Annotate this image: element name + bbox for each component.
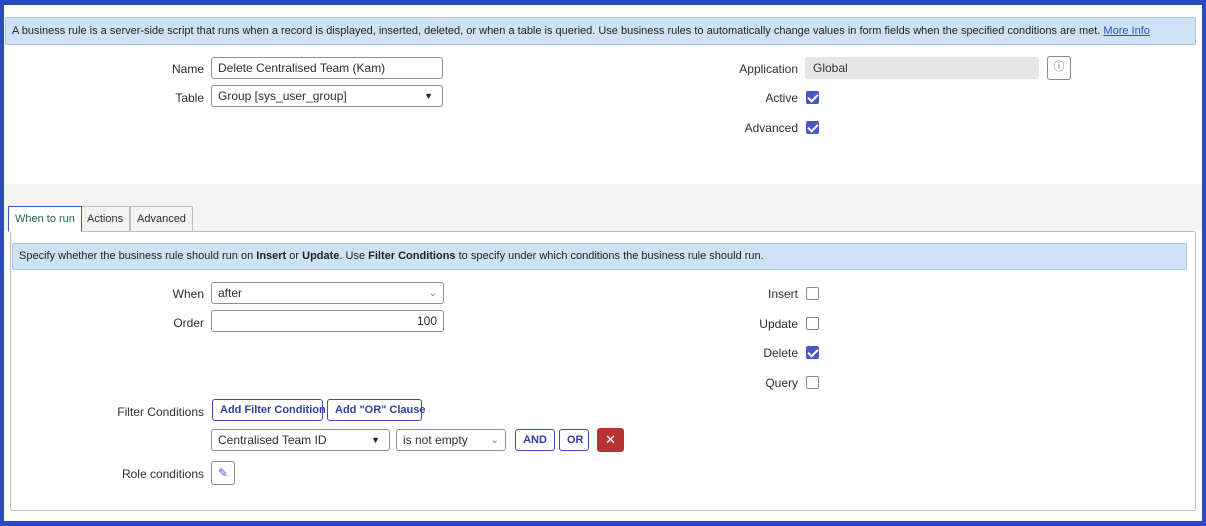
table-label: Table <box>175 91 204 105</box>
tab-advanced[interactable]: Advanced <box>130 206 193 232</box>
caret-down-icon: ▼ <box>424 91 433 101</box>
update-checkbox[interactable] <box>806 317 819 330</box>
banner-text: to specify under which conditions the bu… <box>455 250 764 262</box>
add-filter-condition-button[interactable]: Add Filter Condition <box>212 399 326 421</box>
active-label: Active <box>765 91 798 105</box>
role-conditions-label: Role conditions <box>121 467 204 481</box>
chevron-down-icon: ⌄ <box>490 435 499 446</box>
banner-text: or <box>286 250 303 262</box>
filter-conditions-label: Filter Conditions <box>117 405 204 419</box>
advanced-checkbox[interactable] <box>806 121 819 134</box>
info-banner: A business rule is a server-side script … <box>5 17 1196 45</box>
and-button[interactable]: AND <box>515 429 555 451</box>
or-button[interactable]: OR <box>559 429 589 451</box>
condition-operator-value: is not empty <box>403 433 468 447</box>
name-input[interactable]: Delete Centralised Team (Kam) <box>211 57 443 79</box>
delete-label: Delete <box>763 346 798 360</box>
condition-field-value: Centralised Team ID <box>218 433 327 447</box>
tab-when-to-run[interactable]: When to run <box>8 206 82 232</box>
table-select-value: Group [sys_user_group] <box>218 89 347 103</box>
chevron-down-icon: ⌄ <box>428 288 437 299</box>
when-select-value: after <box>218 286 243 300</box>
info-banner-text: A business rule is a server-side script … <box>12 25 1101 37</box>
add-or-clause-button[interactable]: Add "OR" Clause <box>327 399 426 421</box>
advanced-label: Advanced <box>744 121 798 135</box>
tab-actions[interactable]: Actions <box>80 206 131 232</box>
pencil-icon[interactable]: ✎ <box>211 461 235 485</box>
banner-insert: Insert <box>256 250 287 262</box>
delete-checkbox[interactable] <box>806 346 819 359</box>
insert-label: Insert <box>767 287 798 301</box>
caret-down-icon: ▼ <box>371 435 380 445</box>
when-select[interactable]: after ⌄ <box>211 282 444 304</box>
application-label: Application <box>739 62 798 76</box>
banner-text: . Use <box>339 250 369 262</box>
active-checkbox[interactable] <box>806 91 819 104</box>
order-input[interactable]: 100 <box>211 310 444 332</box>
update-label: Update <box>759 317 798 331</box>
when-label: When <box>172 287 204 301</box>
condition-operator-select[interactable]: is not empty ⌄ <box>396 429 506 451</box>
info-circle-icon[interactable]: ⓘ <box>1047 56 1071 80</box>
insert-checkbox[interactable] <box>806 287 819 300</box>
more-info-link[interactable]: More Info <box>1103 25 1149 37</box>
table-select[interactable]: Group [sys_user_group] ▼ <box>211 85 443 107</box>
name-label: Name <box>171 62 204 76</box>
banner-filter: Filter Conditions <box>368 250 456 262</box>
close-icon[interactable]: ✕ <box>597 428 624 452</box>
banner-update: Update <box>302 250 340 262</box>
order-label: Order <box>173 316 204 330</box>
application-field: Global <box>805 57 1039 79</box>
query-label: Query <box>765 376 798 390</box>
query-checkbox[interactable] <box>806 376 819 389</box>
condition-field-select[interactable]: Centralised Team ID ▼ <box>211 429 390 451</box>
banner-text: Specify whether the business rule should… <box>19 250 257 262</box>
when-to-run-banner: Specify whether the business rule should… <box>12 243 1187 270</box>
